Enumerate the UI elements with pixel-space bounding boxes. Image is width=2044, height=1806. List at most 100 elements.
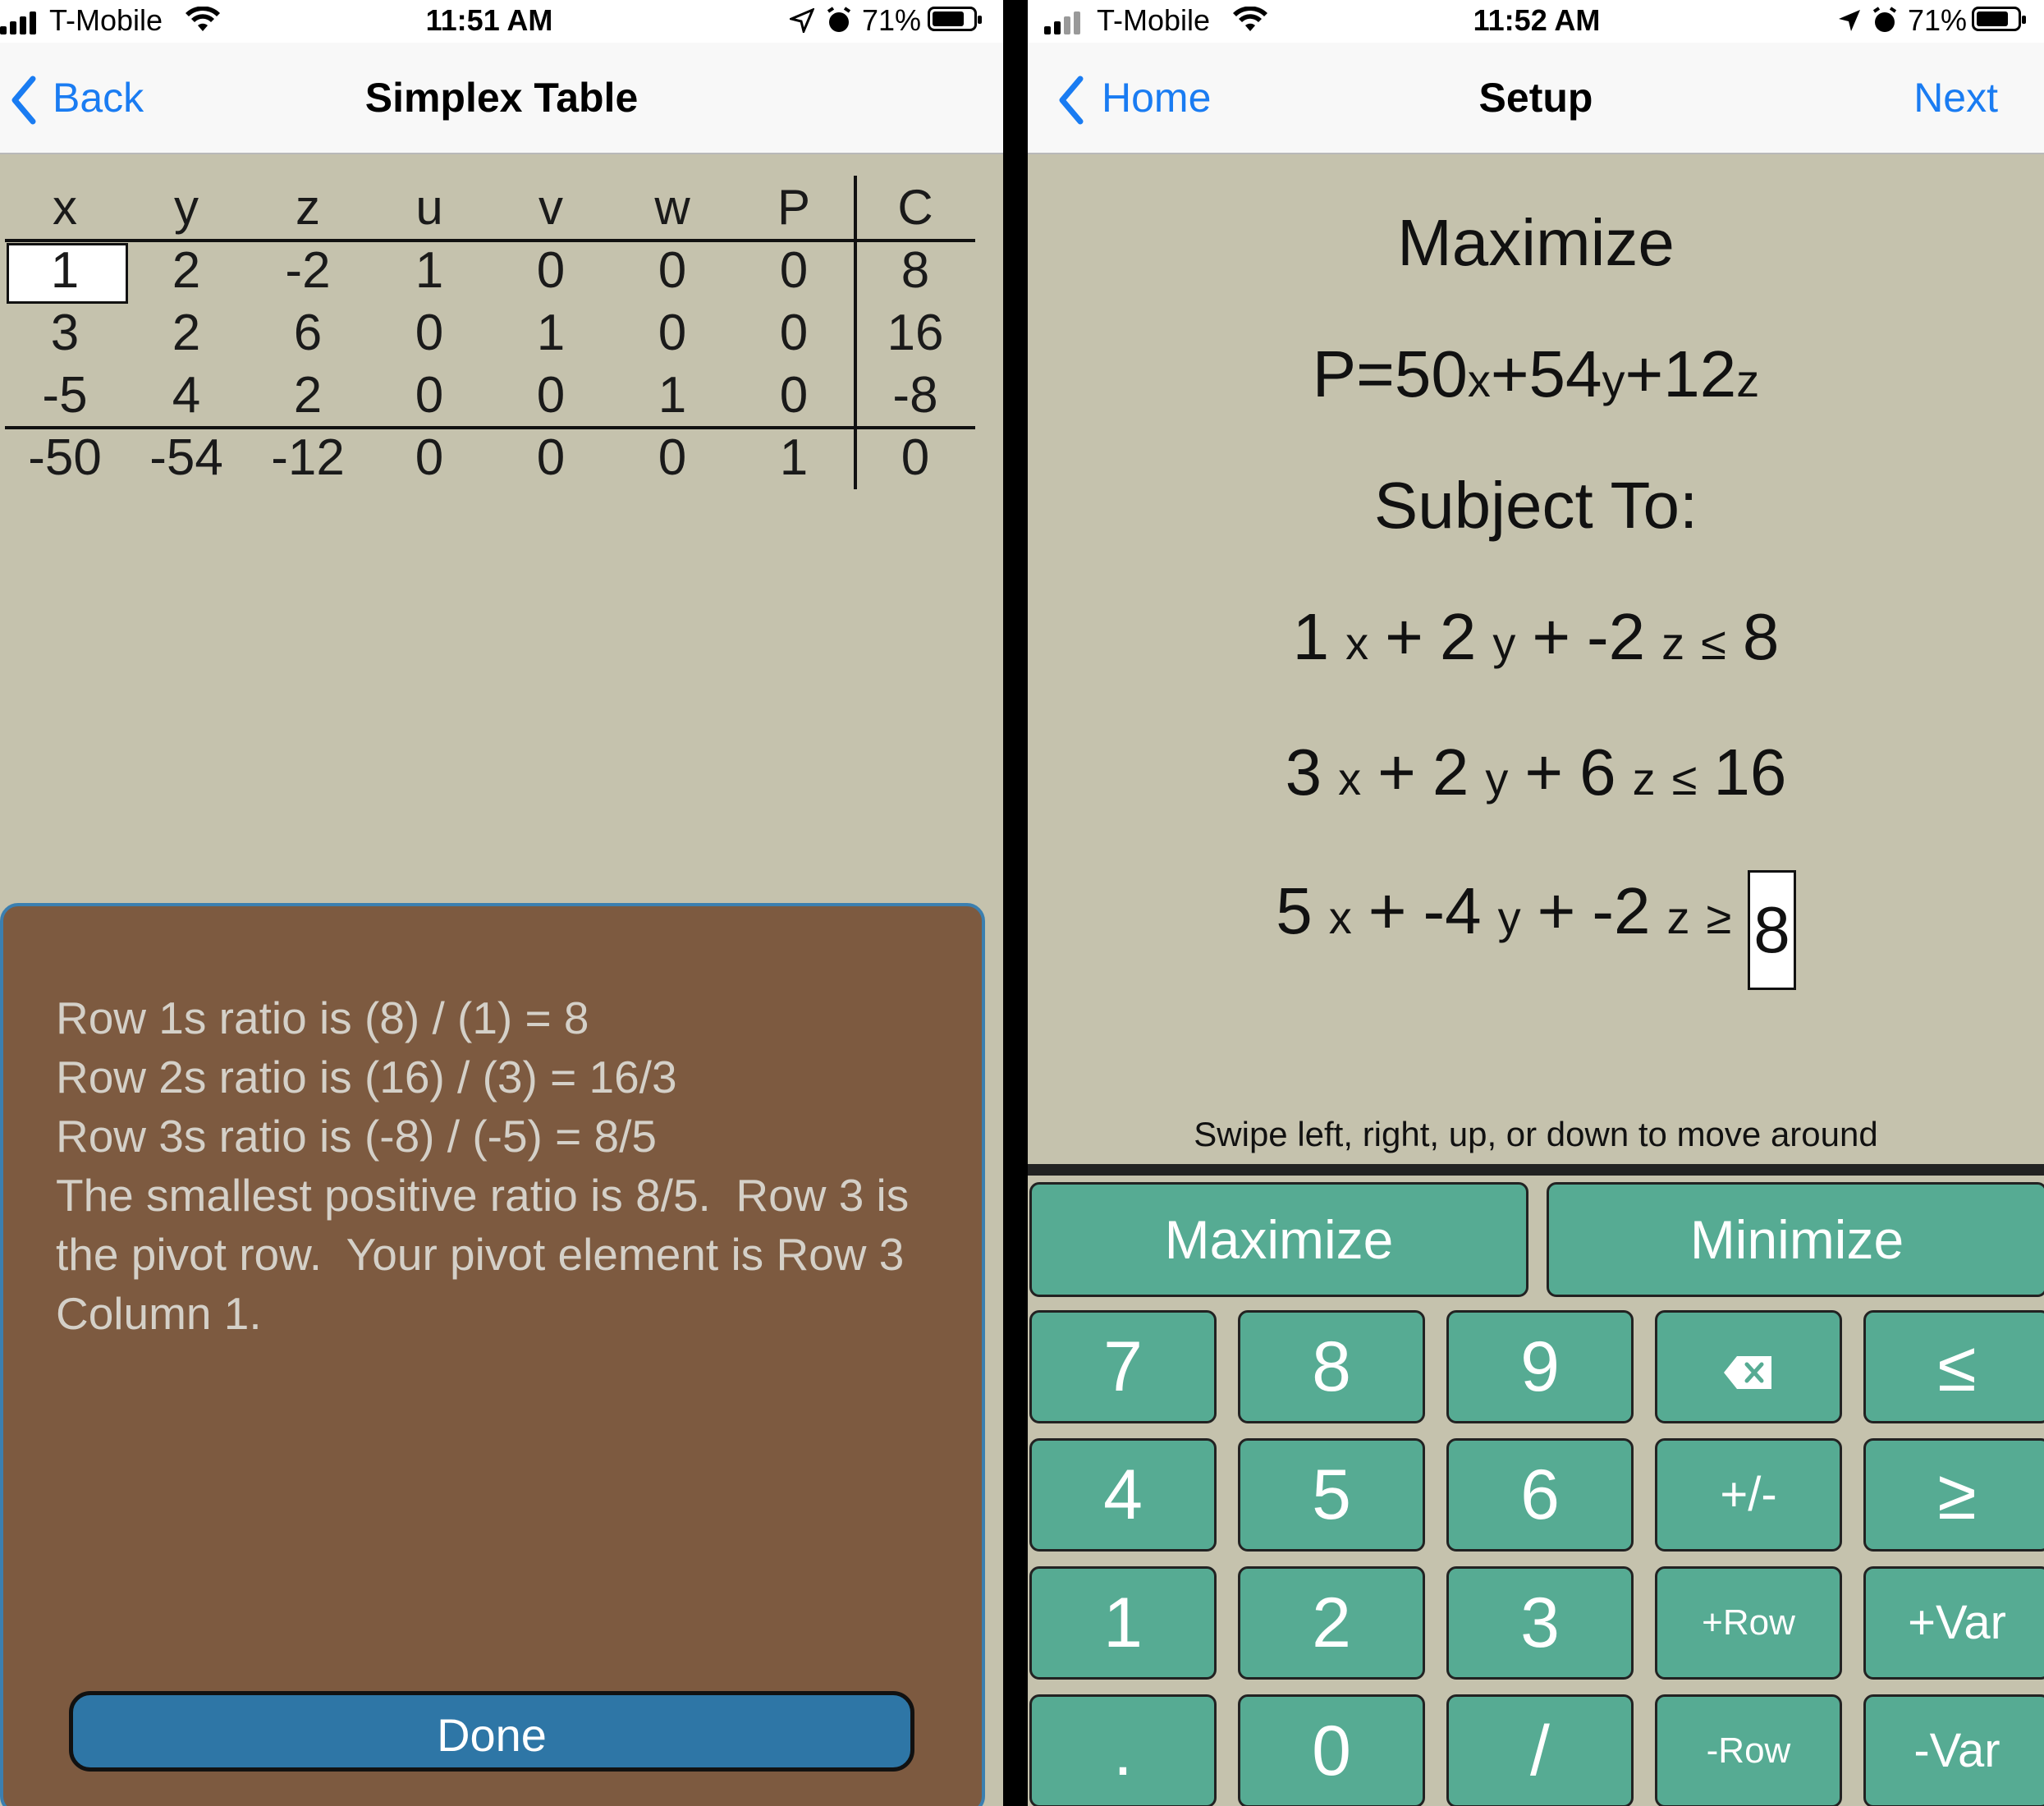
table-cell[interactable]: 1 [3, 241, 126, 300]
key-1-3[interactable]: +/- [1655, 1438, 1842, 1552]
key-2-1[interactable]: 2 [1238, 1566, 1425, 1680]
page-title: Setup [1478, 75, 1593, 121]
battery-icon [1972, 7, 2026, 31]
table-cell[interactable]: 0 [732, 366, 855, 424]
constraint-row-3[interactable]: 5 x + -4 y + -2 z ≥8 [1028, 870, 2044, 990]
done-button[interactable]: Done [69, 1691, 914, 1772]
coefficient[interactable]: 12 [1663, 337, 1736, 410]
key-2-0[interactable]: 1 [1029, 1566, 1217, 1680]
constraint-row-2[interactable]: 3 x +2 y +6 z ≤16 [1028, 735, 2044, 810]
coefficient[interactable]: 3 [1286, 736, 1322, 809]
table-cell[interactable]: 0 [611, 241, 734, 300]
key-0-4[interactable]: ≤ [1863, 1310, 2044, 1423]
variable-label: z [1666, 892, 1690, 944]
coefficient[interactable]: 54 [1529, 337, 1602, 410]
plus-sign: + [1537, 874, 1576, 948]
key-3-3[interactable]: -Row [1655, 1694, 1842, 1806]
right-hand-side[interactable]: 8 [1743, 600, 1780, 673]
table-cell[interactable]: 16 [854, 304, 977, 362]
inequality-sign[interactable]: ≤ [1701, 617, 1726, 669]
backspace-key[interactable] [1655, 1310, 1842, 1423]
key-3-4[interactable]: -Var [1863, 1694, 2044, 1806]
column-header-6: P [777, 180, 811, 235]
variable-label: y [1485, 753, 1509, 804]
column-header-1: y [174, 180, 199, 235]
column-header-4: v [538, 180, 563, 235]
table-cell[interactable]: 0 [368, 304, 491, 362]
table-cell[interactable]: 0 [732, 241, 855, 300]
plus-sign: + [1532, 600, 1571, 673]
right-hand-side[interactable]: 16 [1713, 736, 1786, 809]
table-cell[interactable]: 8 [854, 241, 977, 300]
table-cell[interactable]: 0 [611, 429, 734, 487]
table-cell[interactable]: 1 [368, 241, 491, 300]
coefficient[interactable]: 1 [1293, 600, 1330, 673]
column-header-7: C [897, 180, 933, 235]
key-2-4[interactable]: +Var [1863, 1566, 2044, 1680]
plus-sign: + [1377, 736, 1416, 809]
table-cell[interactable]: 2 [125, 241, 248, 300]
objective-function[interactable]: P=50x+54y+12z [1028, 337, 2044, 412]
coefficient[interactable]: 5 [1276, 874, 1313, 947]
table-cell[interactable]: 0 [489, 429, 612, 487]
table-cell[interactable]: 1 [732, 429, 855, 487]
key-3-1[interactable]: 0 [1238, 1694, 1425, 1806]
signal-icon [0, 10, 39, 34]
table-cell[interactable]: 0 [854, 429, 977, 487]
maximize-button[interactable]: Maximize [1029, 1182, 1528, 1297]
table-cell[interactable]: 1 [489, 304, 612, 362]
key-1-1[interactable]: 5 [1238, 1438, 1425, 1552]
table-cell[interactable]: 3 [3, 304, 126, 362]
plus-sign: + [1368, 874, 1407, 948]
table-cell[interactable]: -8 [854, 366, 977, 424]
key-3-2[interactable]: / [1446, 1694, 1634, 1806]
key-1-0[interactable]: 4 [1029, 1438, 1217, 1552]
variable-label: x [1328, 892, 1352, 944]
coefficient[interactable]: -2 [1587, 600, 1645, 673]
table-cell[interactable]: 0 [732, 304, 855, 362]
table-cell[interactable]: 0 [368, 429, 491, 487]
key-0-2[interactable]: 9 [1446, 1310, 1634, 1423]
table-cell[interactable]: -2 [246, 241, 369, 300]
pivot-explanation-popup: Row 1s ratio is (8) / (1) = 8 Row 2s rat… [0, 903, 985, 1806]
table-cell[interactable]: 2 [246, 366, 369, 424]
simplex-table-screen: T-Mobile 11:51 AM 71% Back Simplex Table… [0, 0, 1003, 1806]
key-3-0[interactable]: . [1029, 1694, 1217, 1806]
constraint-row-1[interactable]: 1 x +2 y + -2 z ≤8 [1028, 599, 2044, 675]
coefficient[interactable]: -2 [1592, 874, 1650, 947]
screen-divider [1003, 0, 1028, 1806]
table-cell[interactable]: 4 [125, 366, 248, 424]
subject-to-heading: Subject To: [1373, 469, 1698, 542]
variable-label: y [1497, 892, 1521, 944]
key-0-1[interactable]: 8 [1238, 1310, 1425, 1423]
variable-label: x [1467, 355, 1491, 406]
table-cell[interactable]: 0 [611, 304, 734, 362]
key-1-4[interactable]: ≥ [1863, 1438, 2044, 1552]
setup-screen: T-Mobile 11:52 AM 71% Home Setup Next Ma… [1028, 0, 2044, 1806]
active-input-cell[interactable]: 8 [1748, 870, 1796, 990]
table-cell[interactable]: -12 [246, 429, 369, 487]
table-cell[interactable]: -5 [3, 366, 126, 424]
coefficient[interactable]: 50 [1395, 337, 1468, 410]
table-cell[interactable]: -54 [125, 429, 248, 487]
table-cell[interactable]: 1 [611, 366, 734, 424]
variable-label: z [1661, 617, 1685, 669]
key-0-0[interactable]: 7 [1029, 1310, 1217, 1423]
table-cell[interactable]: 0 [368, 366, 491, 424]
coefficient[interactable]: 2 [1432, 736, 1469, 809]
table-cell[interactable]: 0 [489, 241, 612, 300]
table-cell[interactable]: 0 [489, 366, 612, 424]
key-1-2[interactable]: 6 [1446, 1438, 1634, 1552]
key-2-2[interactable]: 3 [1446, 1566, 1634, 1680]
minimize-button[interactable]: Minimize [1547, 1182, 2044, 1297]
next-button[interactable]: Next [1913, 74, 1998, 121]
key-2-3[interactable]: +Row [1655, 1566, 1842, 1680]
inequality-sign[interactable]: ≤ [1672, 753, 1698, 804]
coefficient[interactable]: -4 [1423, 874, 1481, 947]
table-cell[interactable]: 6 [246, 304, 369, 362]
inequality-sign[interactable]: ≥ [1706, 892, 1731, 943]
coefficient[interactable]: 2 [1440, 600, 1477, 673]
coefficient[interactable]: 6 [1579, 736, 1616, 809]
table-cell[interactable]: -50 [3, 429, 126, 487]
table-cell[interactable]: 2 [125, 304, 248, 362]
